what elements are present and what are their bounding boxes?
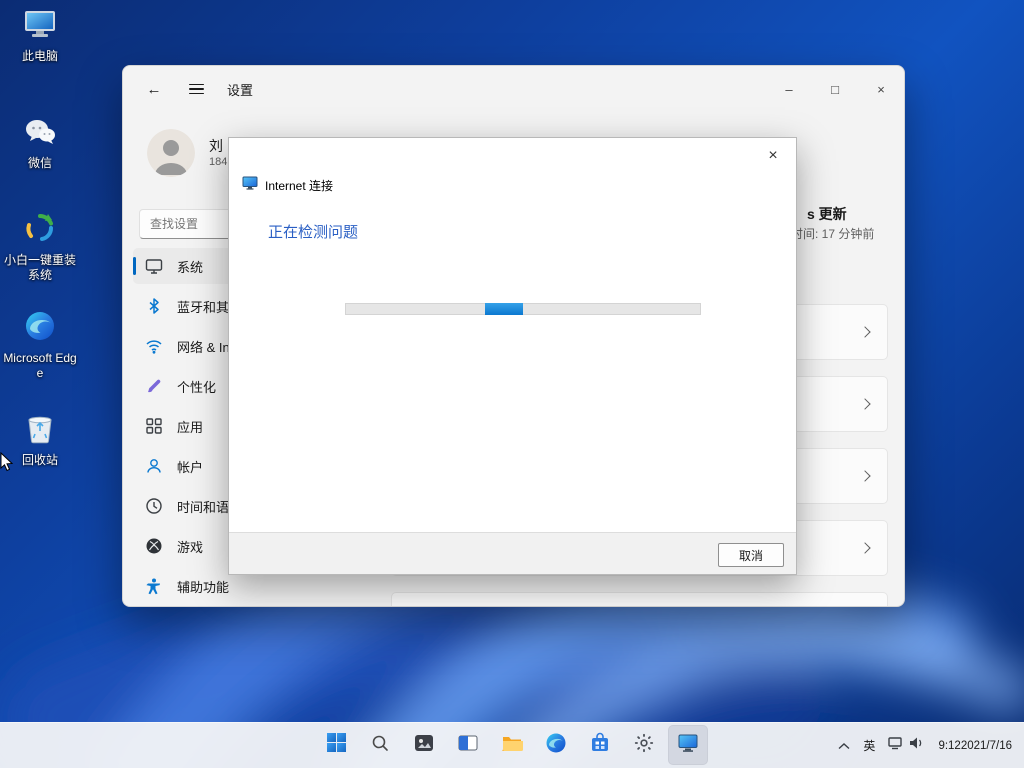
desktop-icon-label: 微信 bbox=[28, 156, 52, 171]
desktop-icon-label: 此电脑 bbox=[22, 49, 58, 64]
monitor-icon bbox=[145, 257, 163, 275]
person-icon bbox=[145, 457, 163, 475]
dialog-footer: 取消 bbox=[229, 532, 796, 574]
chevron-right-icon bbox=[859, 470, 870, 481]
windows-start-icon bbox=[326, 732, 347, 758]
file-explorer-icon bbox=[501, 732, 523, 759]
progress-indicator bbox=[485, 303, 523, 315]
gear-icon bbox=[633, 732, 655, 759]
xbox-icon bbox=[145, 537, 163, 555]
dialog-app-title: Internet 连接 bbox=[265, 177, 333, 194]
edge-button[interactable] bbox=[536, 725, 576, 765]
taskbar: 英 9:12 2021/7/16 bbox=[0, 722, 1024, 768]
progress-bar bbox=[345, 303, 701, 315]
hidden-icons-button[interactable] bbox=[833, 729, 855, 763]
nav-label: 系统 bbox=[177, 257, 203, 276]
apps-grid-icon bbox=[145, 417, 163, 435]
nav-label: 帐户 bbox=[177, 457, 203, 476]
wechat-icon bbox=[24, 117, 56, 152]
settings-app-button[interactable] bbox=[624, 725, 664, 765]
taskbar-clock[interactable]: 9:12 2021/7/16 bbox=[932, 729, 1018, 763]
desktop-icon-xiaobai[interactable]: 小白一键重装系统 bbox=[2, 212, 78, 283]
file-explorer-button[interactable] bbox=[492, 725, 532, 765]
avatar bbox=[147, 129, 195, 177]
desktop-icon-wechat[interactable]: 微信 bbox=[2, 117, 78, 171]
dialog-close-button[interactable]: × bbox=[756, 142, 790, 170]
taskbar-dark-app-button[interactable] bbox=[404, 725, 444, 765]
chevron-right-icon bbox=[859, 398, 870, 409]
clock-time: 9:12 bbox=[938, 739, 960, 753]
taskbar-search-button[interactable] bbox=[360, 725, 400, 765]
this-pc-icon bbox=[23, 10, 57, 45]
bluetooth-icon bbox=[145, 297, 163, 315]
nav-label: 游戏 bbox=[177, 537, 203, 556]
user-profile[interactable]: 刘 184 bbox=[147, 129, 227, 177]
edge-icon bbox=[24, 310, 56, 347]
nav-label: 辅助功能 bbox=[177, 577, 229, 596]
xiaobai-reinstall-icon bbox=[24, 212, 56, 249]
nav-label: 应用 bbox=[177, 417, 203, 436]
search-icon bbox=[370, 733, 390, 758]
nav-label: 个性化 bbox=[177, 377, 216, 396]
nav-label: 时间和语 bbox=[177, 497, 229, 516]
back-button[interactable]: ← bbox=[137, 74, 171, 104]
desktop-icon-label: 回收站 bbox=[22, 453, 58, 468]
recycle-bin-icon bbox=[25, 412, 55, 449]
desktop-icon-label: 小白一键重装系统 bbox=[3, 253, 77, 283]
user-id: 184 bbox=[209, 155, 227, 170]
accessibility-icon bbox=[145, 577, 163, 595]
desktop-icon-edge[interactable]: Microsoft Edge bbox=[2, 310, 78, 381]
input-language-button[interactable]: 英 bbox=[858, 729, 880, 763]
network-icon bbox=[888, 736, 905, 755]
active-troubleshooter-button[interactable] bbox=[668, 725, 708, 765]
settings-card[interactable] bbox=[391, 592, 888, 607]
display-app-icon bbox=[677, 732, 699, 759]
clock-date: 2021/7/16 bbox=[961, 739, 1012, 753]
volume-icon bbox=[909, 736, 924, 755]
task-view-button[interactable] bbox=[448, 725, 488, 765]
hamburger-menu-button[interactable] bbox=[179, 74, 213, 104]
last-checked-status: 时间: 17 分钟前 bbox=[791, 225, 874, 242]
window-title: 设置 bbox=[227, 80, 253, 99]
chevron-right-icon bbox=[859, 326, 870, 337]
microsoft-store-button[interactable] bbox=[580, 725, 620, 765]
wifi-icon bbox=[145, 337, 163, 355]
task-view-icon bbox=[457, 732, 479, 759]
desktop-stage: 此电脑 微信 小白一键重装系统 Microsoft Edge 回收站 bbox=[0, 0, 1024, 768]
chevron-up-icon bbox=[838, 737, 850, 755]
hamburger-icon bbox=[189, 84, 204, 95]
brush-icon bbox=[145, 377, 163, 395]
microsoft-store-icon bbox=[589, 732, 611, 759]
nav-label: 蓝牙和其 bbox=[177, 297, 229, 316]
troubleshooter-icon bbox=[242, 175, 258, 196]
user-name: 刘 bbox=[209, 137, 227, 155]
desktop-icon-this-pc[interactable]: 此电脑 bbox=[2, 10, 78, 64]
troubleshooter-dialog: × Internet 连接 正在检测问题 取消 bbox=[228, 137, 797, 575]
start-button[interactable] bbox=[316, 725, 356, 765]
windows-update-heading: s 更新 bbox=[807, 204, 847, 224]
desktop-icon-label: Microsoft Edge bbox=[3, 351, 77, 381]
clock-icon bbox=[145, 497, 163, 515]
desktop-icon-recycle-bin[interactable]: 回收站 bbox=[2, 412, 78, 468]
edge-icon bbox=[545, 732, 567, 759]
nav-label: 网络 & In bbox=[177, 337, 230, 356]
photos-dark-app-icon bbox=[413, 732, 435, 759]
chevron-right-icon bbox=[859, 542, 870, 553]
back-icon: ← bbox=[147, 81, 162, 98]
cancel-button[interactable]: 取消 bbox=[718, 543, 784, 567]
network-volume-button[interactable] bbox=[883, 729, 929, 763]
dialog-status-heading: 正在检测问题 bbox=[268, 221, 358, 242]
